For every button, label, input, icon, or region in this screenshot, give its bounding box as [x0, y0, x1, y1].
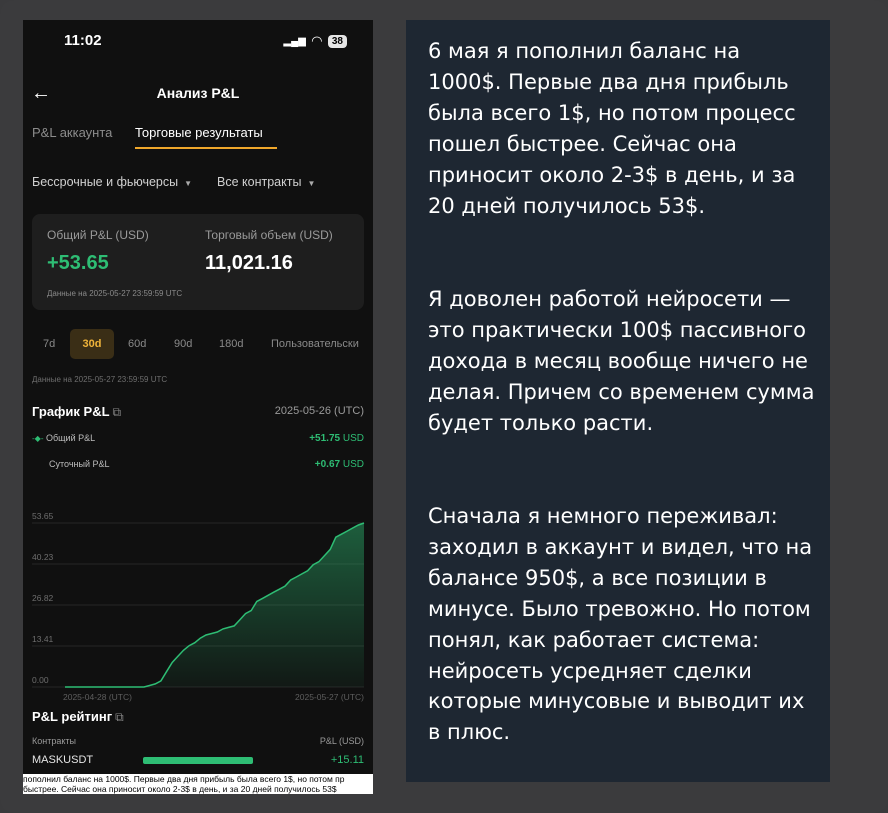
- chevron-down-icon: ▼: [184, 179, 193, 188]
- legend-label: Суточный P&L: [49, 459, 110, 469]
- external-link-icon: ⧉: [112, 405, 122, 419]
- market-filter-label: Бессрочные и фьючерсы: [32, 175, 179, 189]
- legend-daily-pnl: Суточный P&L +0.67 USD: [32, 459, 364, 470]
- pnl-rating-title[interactable]: P&L рейтинг ⧉: [32, 709, 124, 725]
- x-tick-label: 2025-04-28 (UTC): [63, 692, 132, 702]
- y-tick-label: 53.65: [32, 511, 54, 521]
- y-tick-label: 26.82: [32, 593, 54, 603]
- phone-screen: 11:02 ▂▄▆ ◠ 38 ← Анализ P&L P&L аккаунта…: [23, 20, 373, 794]
- legend-marker-icon: -◆-: [32, 434, 44, 443]
- external-link-icon: ⧉: [115, 710, 124, 724]
- period-60d[interactable]: 60d: [128, 338, 146, 350]
- volume-label: Торговый объем (USD): [205, 228, 333, 242]
- tab-trading-results[interactable]: Торговые результаты: [135, 125, 263, 140]
- chevron-down-icon: ▼: [307, 179, 316, 188]
- active-tab-indicator: [135, 147, 277, 149]
- period-custom[interactable]: Пользовательски: [271, 338, 359, 350]
- status-icons: ▂▄▆ ◠ 38: [283, 33, 347, 49]
- contracts-filter-label: Все контракты: [217, 175, 302, 189]
- caption-strip: пополнил баланс на 1000$. Первые два дня…: [23, 774, 373, 794]
- paragraph-2: Я доволен работой нейросети — это практи…: [428, 287, 815, 435]
- data-timestamp-note: Данные на 2025-05-27 23:59:59 UTC: [47, 289, 183, 298]
- text-panel: 6 мая я пополнил баланс на 1000$. Первые…: [406, 20, 830, 782]
- contracts-filter-dropdown[interactable]: Все контракты ▼: [217, 175, 315, 189]
- total-pnl-label: Общий P&L (USD): [47, 228, 149, 242]
- col-pnl: P&L (USD): [319, 736, 364, 746]
- paragraph-1: 6 мая я пополнил баланс на 1000$. Первые…: [428, 39, 796, 218]
- caption-line-1: пополнил баланс на 1000$. Первые два дня…: [23, 774, 345, 784]
- caption-line-2: быстрее. Сейчас она приносит около 2-3$ …: [23, 784, 337, 794]
- pnl-area-chart[interactable]: 53.65 40.23 26.82 13.41 0.00 2025-04-28 (UTC)…: [23, 490, 373, 712]
- y-tick-label: 0.00: [32, 675, 49, 685]
- x-tick-label: 2025-05-27 (UTC): [295, 692, 364, 702]
- battery-icon: 38: [327, 34, 347, 48]
- legend-unit: USD: [342, 433, 364, 444]
- period-7d[interactable]: 7d: [43, 338, 55, 350]
- chart-date: 2025-05-26 (UTC): [274, 405, 364, 417]
- period-180d[interactable]: 180d: [219, 338, 243, 350]
- screenshot-frame: 11:02 ▂▄▆ ◠ 38 ← Анализ P&L P&L аккаунта…: [0, 0, 888, 813]
- market-filter-dropdown[interactable]: Бессрочные и фьючерсы ▼: [32, 175, 192, 189]
- legend-value: +51.75: [309, 433, 341, 444]
- pnl-chart-title-text: График P&L: [32, 404, 110, 419]
- pnl-chart-title[interactable]: График P&L ⧉: [32, 404, 121, 420]
- volume-value: 11,021.16: [205, 252, 293, 274]
- signal-icon: ▂▄▆: [283, 35, 306, 47]
- y-tick-label: 13.41: [32, 634, 54, 644]
- pnl-rating-title-text: P&L рейтинг: [32, 709, 113, 724]
- legend-label: Общий P&L: [46, 433, 96, 443]
- page-title: Анализ P&L: [156, 85, 240, 101]
- period-timestamp-note: Данные на 2025-05-27 23:59:59 UTC: [32, 375, 168, 384]
- y-tick-label: 40.23: [32, 552, 54, 562]
- status-time: 11:02: [64, 32, 102, 49]
- wifi-icon: ◠: [311, 33, 322, 48]
- rating-row-symbol[interactable]: MASKUSDT: [32, 754, 93, 766]
- tab-account-pnl[interactable]: P&L аккаунта: [32, 125, 112, 140]
- legend-total-pnl: -◆- Общий P&L +51.75 USD: [32, 433, 364, 444]
- paragraph-3: Сначала я немного переживал: заходил в а…: [428, 504, 813, 745]
- period-30d[interactable]: 30d: [70, 329, 114, 359]
- summary-card: Общий P&L (USD) +53.65 Торговый объем (U…: [32, 214, 364, 310]
- rating-row-value: +15.11: [330, 754, 364, 766]
- legend-value: +0.67: [314, 459, 341, 470]
- rating-row-bar: [143, 757, 253, 764]
- total-pnl-value: +53.65: [47, 252, 109, 274]
- legend-unit: USD: [342, 459, 364, 470]
- period-90d[interactable]: 90d: [174, 338, 192, 350]
- col-contracts: Контракты: [32, 736, 76, 746]
